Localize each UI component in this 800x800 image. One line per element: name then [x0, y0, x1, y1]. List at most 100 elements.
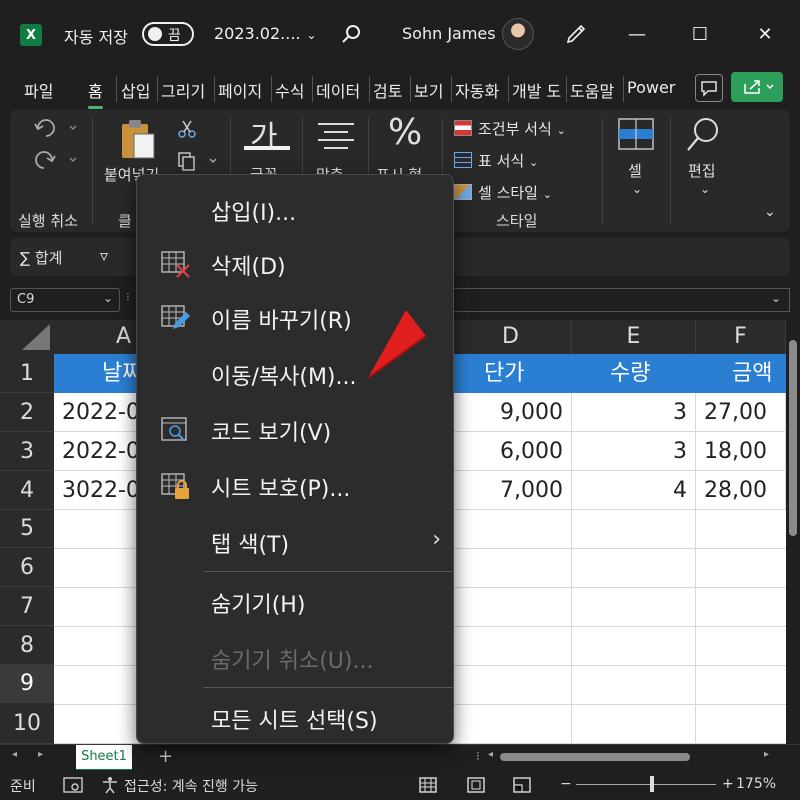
- cell-price[interactable]: 7,000: [450, 471, 572, 510]
- cell-styles-button[interactable]: 셀 스타일 ⌄: [454, 182, 552, 203]
- zoom-slider[interactable]: [576, 784, 716, 785]
- maximize-button[interactable]: ☐: [685, 20, 715, 50]
- menu-item-view-code[interactable]: 코드 보기(V): [137, 405, 455, 453]
- zoom-out-button[interactable]: −: [560, 776, 572, 792]
- undo-icon[interactable]: [32, 116, 82, 140]
- chevron-down-icon[interactable]: ⌄: [771, 291, 781, 305]
- tab-view[interactable]: 보기: [414, 78, 443, 102]
- name-box[interactable]: C9 ⌄: [10, 288, 120, 312]
- macro-record-icon[interactable]: [62, 776, 84, 794]
- comments-button[interactable]: [695, 74, 723, 102]
- row-header[interactable]: 8: [0, 626, 54, 665]
- row-header[interactable]: 1: [0, 354, 54, 393]
- avatar[interactable]: [502, 18, 534, 50]
- tab-data[interactable]: 데이터: [316, 78, 360, 102]
- filter-icon[interactable]: ▿: [100, 246, 108, 265]
- zoom-in-button[interactable]: +: [722, 776, 734, 792]
- tab-home[interactable]: 홈: [88, 78, 103, 109]
- accessibility-icon[interactable]: [100, 775, 120, 795]
- accessibility-status[interactable]: 접근성: 계속 진행 가능: [124, 776, 258, 796]
- pen-icon[interactable]: [564, 22, 588, 46]
- horizontal-scroll-thumb[interactable]: [500, 753, 690, 761]
- cell-price[interactable]: 9,000: [450, 393, 572, 432]
- autosum-button[interactable]: ∑ 합계: [20, 247, 62, 268]
- scroll-right-icon[interactable]: ▸: [764, 749, 769, 760]
- tab-formulas[interactable]: 수식: [275, 78, 304, 102]
- page-break-icon[interactable]: [512, 776, 532, 794]
- format-as-table-button[interactable]: 표 서식 ⌄: [454, 150, 538, 171]
- normal-view-icon[interactable]: [418, 776, 438, 794]
- copy-icon[interactable]: [176, 150, 222, 172]
- scroll-right-icon[interactable]: ▸: [38, 749, 43, 760]
- add-sheet-button[interactable]: +: [158, 746, 173, 767]
- row-header[interactable]: 6: [0, 548, 54, 587]
- tab-file[interactable]: 파일: [24, 78, 53, 102]
- row-header-selected[interactable]: 9: [0, 665, 54, 703]
- scroll-left-icon[interactable]: ◂: [12, 749, 17, 760]
- row-header[interactable]: 5: [0, 510, 54, 548]
- cell-quantity[interactable]: 3: [572, 432, 696, 471]
- cell-amount[interactable]: 18,00: [696, 432, 786, 471]
- cell-quantity[interactable]: 4: [572, 471, 696, 510]
- cell-amount[interactable]: 28,00: [696, 471, 786, 510]
- menu-item-tab-color[interactable]: 탭 색(T) ›: [137, 517, 455, 565]
- search-icon[interactable]: [684, 114, 724, 154]
- cell-price[interactable]: 6,000: [450, 432, 572, 471]
- redo-icon[interactable]: [32, 148, 82, 172]
- column-header-d[interactable]: D: [450, 320, 572, 354]
- tab-insert[interactable]: 삽입: [121, 78, 150, 102]
- zoom-level[interactable]: 175%: [736, 776, 776, 792]
- select-all-corner[interactable]: [0, 320, 54, 354]
- ribbon-collapse-icon[interactable]: ⌄: [764, 204, 776, 220]
- search-icon[interactable]: [340, 22, 364, 46]
- row-header[interactable]: 4: [0, 471, 54, 510]
- row-header[interactable]: 10: [0, 703, 54, 744]
- tab-developer[interactable]: 개발 도: [512, 78, 568, 102]
- align-icon[interactable]: [314, 118, 358, 154]
- cell-header-amount[interactable]: 금액: [696, 354, 786, 393]
- autosave-toggle[interactable]: 끔: [142, 22, 194, 46]
- menu-item-select-all-sheets[interactable]: 모든 시트 선택(S): [137, 693, 455, 741]
- sheet-tab-sheet1[interactable]: Sheet1: [76, 745, 132, 771]
- tab-power[interactable]: Power: [627, 78, 675, 97]
- menu-item-delete[interactable]: 삭제(D): [137, 239, 455, 287]
- tab-review[interactable]: 검토: [373, 78, 402, 102]
- row-header[interactable]: 2: [0, 393, 54, 432]
- user-name[interactable]: Sohn James: [402, 24, 496, 43]
- cells-icon[interactable]: [616, 116, 656, 152]
- vertical-scroll-thumb[interactable]: [789, 340, 797, 536]
- conditional-format-button[interactable]: 조건부 서식 ⌄: [454, 118, 566, 139]
- page-layout-icon[interactable]: [466, 776, 486, 794]
- file-name-dropdown[interactable]: 2023.02.... ⌄: [214, 24, 317, 43]
- close-button[interactable]: ✕: [750, 20, 780, 50]
- drag-handle-icon[interactable]: ⁝: [476, 749, 480, 763]
- cells-label[interactable]: 셀: [628, 160, 642, 181]
- chevron-down-icon[interactable]: ⌄: [700, 182, 710, 196]
- formula-bar[interactable]: ⌄: [454, 288, 790, 312]
- chevron-down-icon[interactable]: ⌄: [632, 182, 642, 196]
- tab-automate[interactable]: 자동화: [455, 78, 499, 102]
- paste-icon[interactable]: [118, 118, 158, 162]
- scroll-left-icon[interactable]: ◂: [488, 749, 493, 760]
- cell-quantity[interactable]: 3: [572, 393, 696, 432]
- cut-icon[interactable]: [176, 118, 198, 140]
- cell-amount[interactable]: 27,00: [696, 393, 786, 432]
- share-button[interactable]: [731, 72, 783, 102]
- zoom-slider-thumb[interactable]: [650, 776, 654, 792]
- column-header-f[interactable]: F: [696, 320, 786, 354]
- column-header-e[interactable]: E: [572, 320, 696, 354]
- menu-item-protect-sheet[interactable]: 시트 보호(P)...: [137, 461, 455, 509]
- percent-icon[interactable]: %: [388, 112, 422, 153]
- vertical-scrollbar[interactable]: [786, 320, 800, 744]
- drag-handle-icon[interactable]: ⁝: [126, 290, 130, 304]
- row-header[interactable]: 7: [0, 587, 54, 626]
- row-header[interactable]: 3: [0, 432, 54, 471]
- menu-item-insert[interactable]: 삽입(I)...: [137, 185, 455, 233]
- tab-help[interactable]: 도움말: [570, 78, 614, 102]
- cell-header-price[interactable]: 단가: [450, 354, 572, 393]
- tab-page[interactable]: 페이지: [218, 78, 262, 102]
- editing-label[interactable]: 편집: [688, 160, 716, 181]
- cell-header-quantity[interactable]: 수량: [572, 354, 696, 393]
- minimize-button[interactable]: —: [622, 20, 652, 50]
- tab-draw[interactable]: 그리기: [161, 78, 205, 102]
